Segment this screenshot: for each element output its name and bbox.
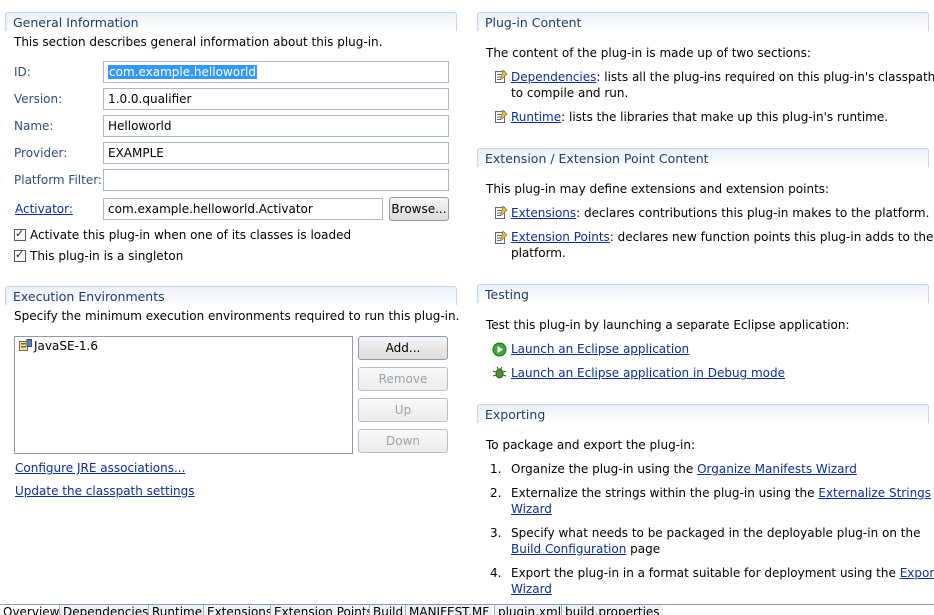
export-wizard-link-wizard[interactable]: Wizard <box>511 582 552 596</box>
launch-eclipse-link[interactable]: Launch an Eclipse application <box>511 342 689 356</box>
launch-debug-link[interactable]: Launch an Eclipse application in Debug m… <box>511 366 785 380</box>
extension-content-header[interactable]: Extension / Extension Point Content <box>477 148 929 167</box>
provider-label: Provider: <box>14 146 68 160</box>
step-1-number: 1. <box>490 462 502 476</box>
extension-points-line-1: Extension Points: declares new function … <box>511 230 933 244</box>
document-icon <box>495 69 508 83</box>
exporting-title: Exporting <box>485 407 546 422</box>
remove-env-button[interactable]: Remove <box>358 367 448 391</box>
testing-header[interactable]: Testing <box>477 284 929 303</box>
id-field[interactable]: com.example.helloworld <box>103 61 449 83</box>
activate-checkbox-label: Activate this plug-in when one of its cl… <box>30 228 352 242</box>
step-3-line-2: Build Configuration page <box>511 542 660 556</box>
plugin-content-header[interactable]: Plug-in Content <box>477 12 929 31</box>
step-1-text: Organize the plug-in using the <box>511 462 698 476</box>
browse-button[interactable]: Browse... <box>389 197 449 221</box>
activator-link[interactable]: Activator: <box>15 202 73 216</box>
dependencies-link[interactable]: Dependencies <box>511 70 596 84</box>
step-2-text: Externalize the strings within the plug-… <box>511 486 819 500</box>
editor-tab-bar: Overview Dependencies Runtime Extensions… <box>0 604 934 615</box>
general-info-description: This section describes general informati… <box>14 35 383 49</box>
tab-overview[interactable]: Overview <box>0 605 63 615</box>
down-env-button[interactable]: Down <box>358 429 448 453</box>
runtime-link[interactable]: Runtime <box>511 110 561 124</box>
jre-library-icon <box>19 339 32 351</box>
tab-dependencies[interactable]: Dependencies <box>59 605 152 615</box>
tab-manifest[interactable]: MANIFEST.MF <box>405 605 493 615</box>
debug-bug-icon <box>492 366 507 379</box>
tab-build[interactable]: Build <box>369 605 407 615</box>
extension-content-intro: This plug-in may define extensions and e… <box>486 182 830 196</box>
extensions-line: Extensions: declares contributions this … <box>511 206 929 220</box>
step-3-number: 3. <box>490 526 502 540</box>
activate-checkbox[interactable] <box>14 227 26 241</box>
name-field[interactable]: Helloworld <box>103 115 449 137</box>
step-3-text-2: page <box>626 542 661 556</box>
document-icon <box>495 230 508 244</box>
step-3-text: Specify what needs to be packaged in the… <box>511 526 921 540</box>
run-icon <box>492 342 507 357</box>
extension-points-text-1: : declares new function points this plug… <box>609 230 934 244</box>
externalize-strings-link[interactable]: Externalize Strings <box>818 486 931 500</box>
runtime-text: : lists the libraries that make up this … <box>561 110 889 124</box>
document-icon <box>495 109 508 123</box>
configure-jre-link[interactable]: Configure JRE associations... <box>15 461 185 475</box>
general-info-title: General Information <box>13 15 139 30</box>
step-4-line: Export the plug-in in a format suitable … <box>511 566 934 580</box>
id-label: ID: <box>14 65 31 79</box>
dependencies-text-1: : lists all the plug-ins required on thi… <box>596 70 934 84</box>
extensions-text: : declares contributions this plug-in ma… <box>576 206 930 220</box>
provider-field[interactable]: EXAMPLE <box>103 142 449 164</box>
build-configuration-link[interactable]: Build Configuration <box>511 542 626 556</box>
general-info-header[interactable]: General Information <box>5 12 457 31</box>
plugin-content-intro: The content of the plug-in is made up of… <box>486 46 811 60</box>
document-icon <box>495 205 508 219</box>
up-env-button[interactable]: Up <box>358 398 448 422</box>
exec-env-description: Specify the minimum execution environmen… <box>14 309 460 323</box>
tab-build-properties[interactable]: build.properties <box>561 605 663 615</box>
extension-points-link[interactable]: Extension Points <box>511 230 610 244</box>
step-4-text: Export the plug-in in a format suitable … <box>511 566 900 580</box>
step-1-line: Organize the plug-in using the Organize … <box>511 462 857 476</box>
singleton-checkbox[interactable] <box>14 248 26 262</box>
step-2-line: Externalize the strings within the plug-… <box>511 486 931 500</box>
plugin-content-title: Plug-in Content <box>485 15 582 30</box>
tab-runtime[interactable]: Runtime <box>148 605 206 615</box>
singleton-checkbox-label: This plug-in is a singleton <box>30 249 184 263</box>
version-field[interactable]: 1.0.0.qualifier <box>103 88 449 110</box>
tab-extensions[interactable]: Extensions <box>203 605 276 615</box>
exec-env-title: Execution Environments <box>13 289 165 304</box>
tab-extension-points[interactable]: Extension Points <box>270 605 376 615</box>
organize-manifests-link[interactable]: Organize Manifests Wizard <box>697 462 857 476</box>
dependencies-text-2: to compile and run. <box>511 86 629 100</box>
update-classpath-link[interactable]: Update the classpath settings <box>15 484 195 498</box>
dependencies-line-1: Dependencies: lists all the plug-ins req… <box>511 70 934 84</box>
exec-env-item-label: JavaSE-1.6 <box>34 339 98 353</box>
id-field-value: com.example.helloworld <box>108 65 257 79</box>
exec-env-header[interactable]: Execution Environments <box>5 286 457 305</box>
testing-title: Testing <box>485 287 529 302</box>
extensions-link[interactable]: Extensions <box>511 206 576 220</box>
platform-filter-field[interactable] <box>103 169 449 191</box>
step-2-number: 2. <box>490 486 502 500</box>
externalize-strings-link-wizard[interactable]: Wizard <box>511 502 552 516</box>
export-wizard-link[interactable]: Export <box>900 566 934 580</box>
step-4-number: 4. <box>490 566 502 580</box>
version-label: Version: <box>14 92 63 106</box>
exec-env-list[interactable]: JavaSE-1.6 <box>14 336 353 454</box>
runtime-line: Runtime: lists the libraries that make u… <box>511 110 888 124</box>
testing-intro: Test this plug-in by launching a separat… <box>486 318 850 332</box>
extension-points-text-2: platform. <box>511 246 566 260</box>
activator-field[interactable]: com.example.helloworld.Activator <box>103 198 383 220</box>
platform-filter-label: Platform Filter: <box>14 173 102 187</box>
tab-plugin-xml[interactable]: plugin.xml <box>494 605 565 615</box>
exec-env-list-item[interactable]: JavaSE-1.6 <box>19 339 98 353</box>
exporting-intro: To package and export the plug-in: <box>486 438 695 452</box>
add-env-button[interactable]: Add... <box>358 336 448 360</box>
name-label: Name: <box>14 119 54 133</box>
exporting-header[interactable]: Exporting <box>477 404 929 423</box>
extension-content-title: Extension / Extension Point Content <box>485 151 709 166</box>
